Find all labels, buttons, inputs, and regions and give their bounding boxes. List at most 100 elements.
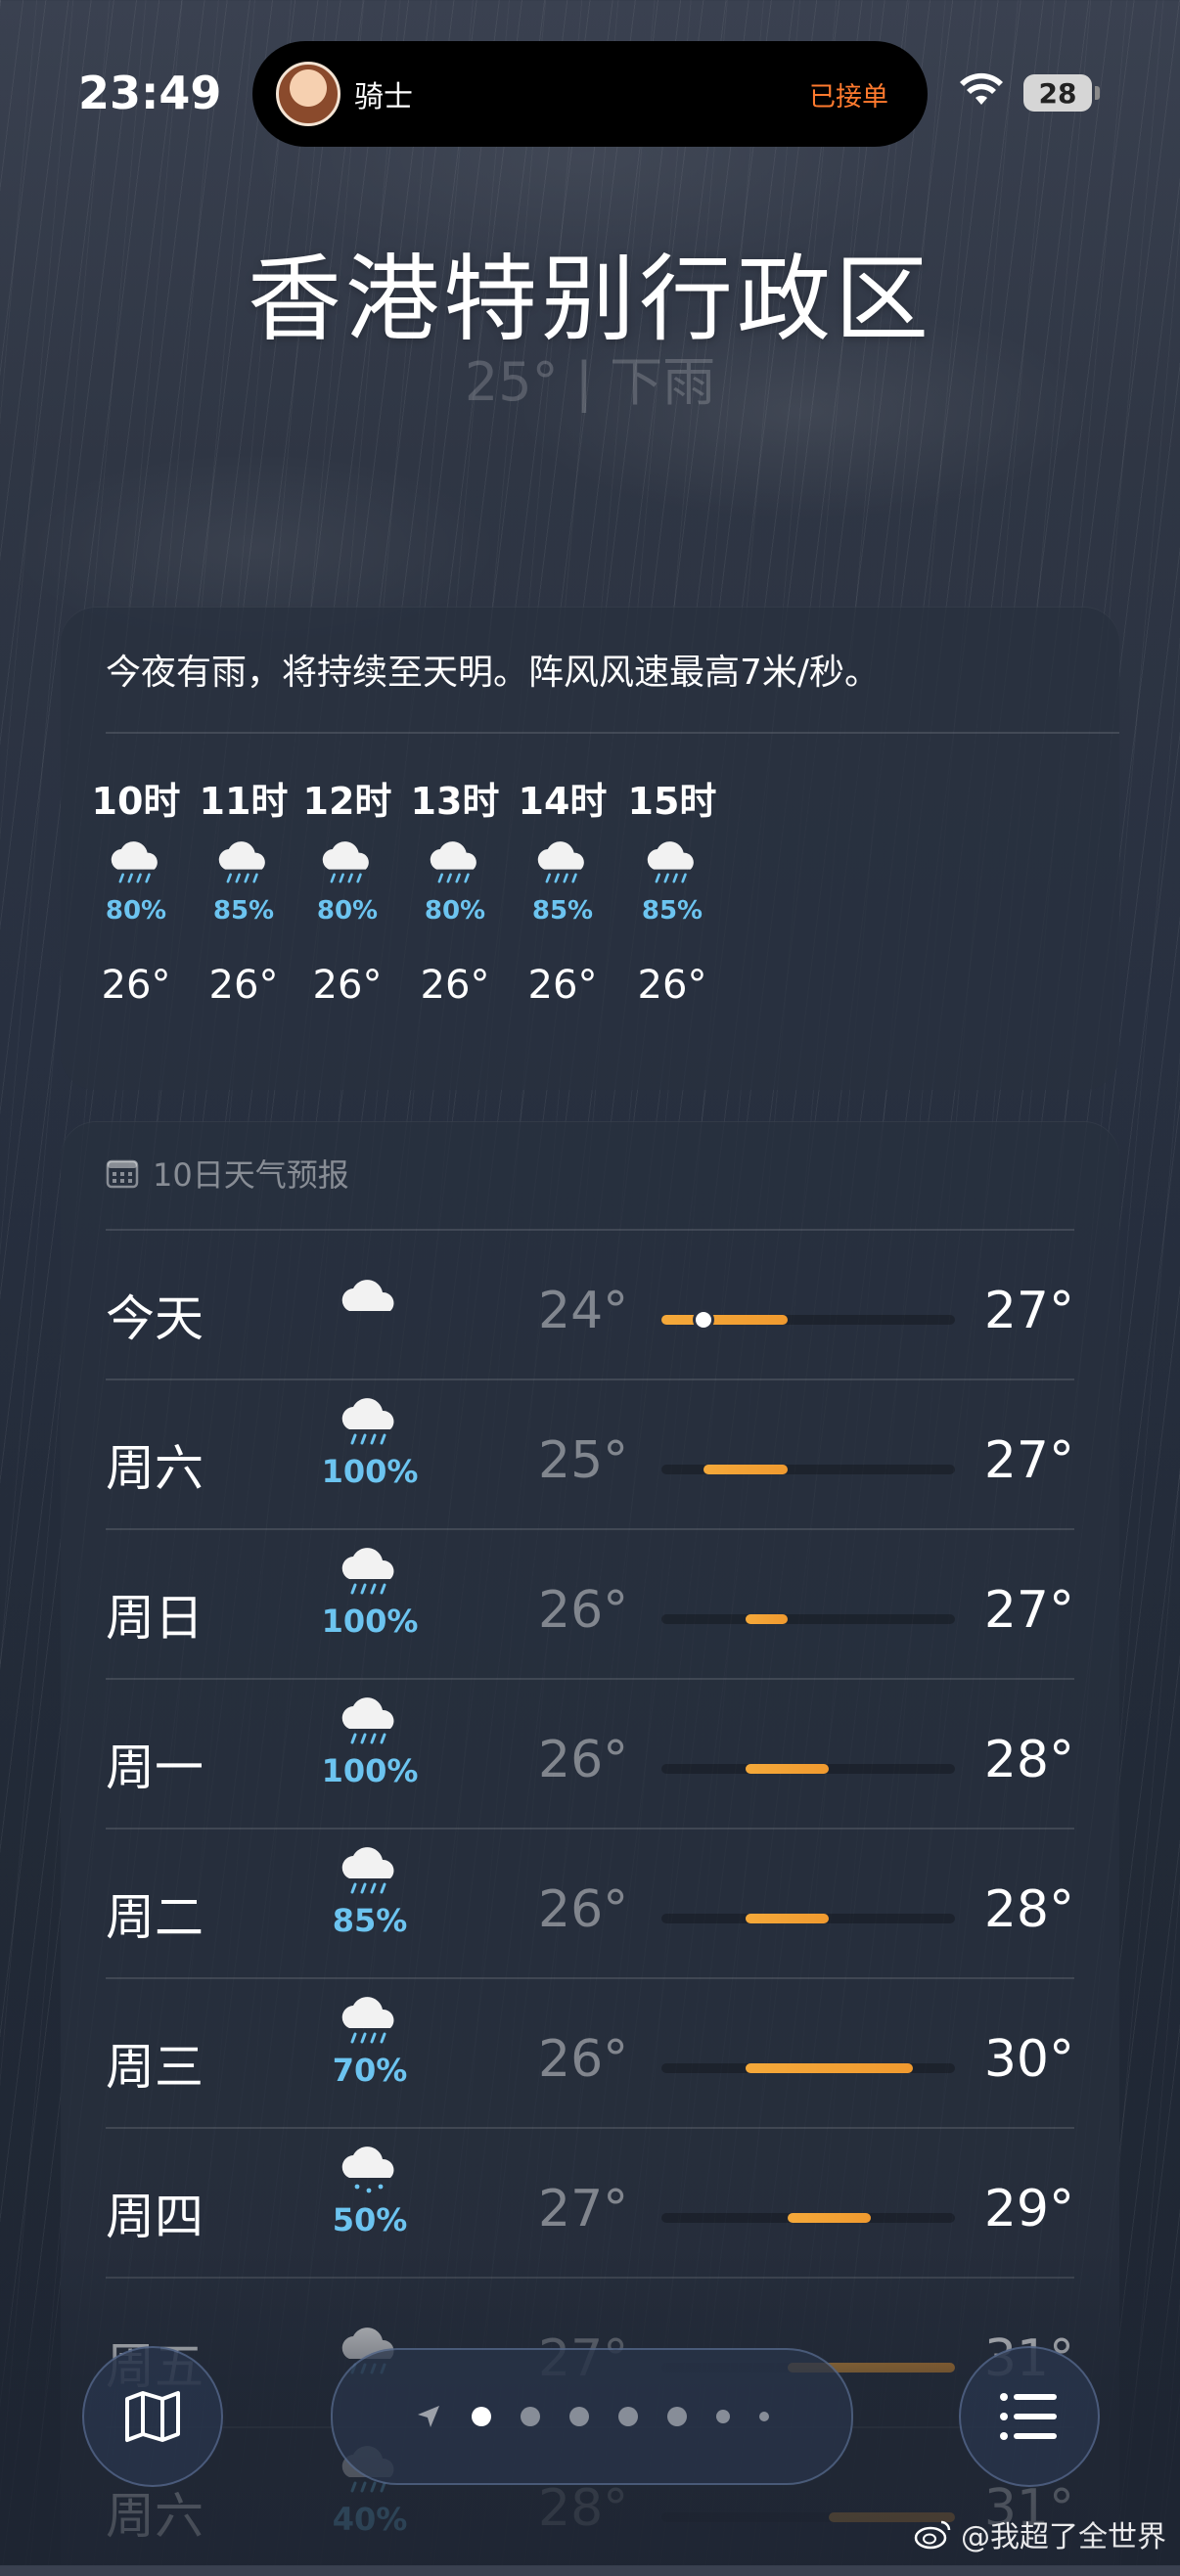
page-dot[interactable] [472,2407,491,2426]
day-label: 周六 [106,1440,204,1497]
temp-range-bar [661,1312,955,1328]
rain-cloud-icon [218,841,265,883]
daily-header: 10日天气预报 [106,1151,349,1196]
rain-cloud-icon [341,1847,394,1894]
temp-range-fill [745,1914,830,1923]
precip-chance: 40% [332,2501,408,2538]
page-dot[interactable] [759,2412,769,2421]
rain-cloud-icon [341,1548,394,1595]
precip-chance: 100% [321,1752,419,1789]
temp-range-fill [745,2063,914,2073]
hourly-forecast-card[interactable]: 今夜有雨，将持续至天明。阵风风速最高7米/秒。 10时 80% 26° 11时 85% 2… [61,607,1119,1090]
low-temp: 26° [538,1731,629,1789]
daily-row[interactable]: 周二 85% 26° 28° [106,1828,1074,1977]
precip-chance: 50% [332,2201,408,2238]
city-list-button[interactable] [959,2346,1100,2487]
page-dot[interactable] [521,2407,540,2426]
day-label: 周六 [106,2488,204,2545]
precip-chance: 100% [321,1453,419,1490]
day-condition: 100% [311,1697,429,1789]
status-time: 23:49 [78,67,222,119]
low-temp: 24° [538,1282,629,1340]
page-dot[interactable] [667,2407,687,2426]
hour-time: 15时 [627,780,717,823]
temp-range-bar [661,1764,955,1774]
day-condition: 100% [311,1548,429,1640]
rain-cloud-icon [341,1997,394,2044]
map-button[interactable] [82,2346,223,2487]
forecast-summary: 今夜有雨，将持续至天明。阵风风速最高7米/秒。 [106,653,881,693]
map-icon [125,2391,180,2442]
low-temp: 26° [538,1880,629,1939]
rain-cloud-icon [647,841,694,883]
temp-range-bar [661,2213,955,2223]
page-dot[interactable] [716,2410,730,2423]
high-temp: 29° [983,2180,1074,2238]
day-label: 周三 [106,2039,204,2096]
low-temp: 26° [538,2030,629,2089]
rain-cloud-icon [111,841,158,883]
day-condition: 70% [311,1997,429,2089]
daily-row[interactable]: 周一 100% 26° 28° [106,1678,1074,1828]
precip-chance: 85% [641,896,703,926]
temp-range-fill [787,2213,872,2223]
precip-chance: 85% [332,1902,408,1939]
low-temp: 25° [538,1431,629,1490]
low-temp: 28° [538,2479,629,2538]
rain-cloud-icon [341,1398,394,1445]
daily-row[interactable]: 周三 70% 26° 30° [106,1977,1074,2127]
high-temp: 28° [983,1880,1074,1939]
day-label: 周日 [106,1590,204,1647]
temp-range-bar [661,1914,955,1923]
temp-range-fill [703,1465,788,1474]
high-temp: 28° [983,1731,1074,1789]
precip-chance: 100% [321,1603,419,1640]
rain-cloud-icon [430,841,477,883]
high-temp: 30° [983,2030,1074,2089]
temp-range-bar [661,1465,955,1474]
list-icon [1000,2393,1057,2440]
hourly-list[interactable]: 10时 80% 26° 11时 85% 26° 12时 80% 26° 13时 80% 26° 14时 8… [61,771,1119,1074]
dynamic-island[interactable]: 骑士 已接单 [252,41,928,147]
avatar [276,62,340,126]
daily-row[interactable]: 周四 50% 27° 29° [106,2127,1074,2277]
battery-tip [1095,86,1100,100]
location-arrow-icon [418,2406,439,2427]
current-condition: 25° | 下雨 [464,351,716,413]
drizzle-cloud-icon [341,2147,394,2193]
daily-row[interactable]: 周日 100% 26° 27° [106,1528,1074,1678]
temp-range-fill [745,1764,830,1774]
daily-title: 10日天气预报 [153,1156,349,1194]
temp-range-bar [661,1614,955,1624]
day-label: 今天 [106,1290,204,1347]
rain-cloud-icon [322,841,369,883]
battery-indicator: 28 [1023,74,1092,112]
high-temp: 27° [983,1282,1074,1340]
day-label: 周四 [106,2189,204,2245]
day-condition [311,1248,429,1334]
divider [106,732,1119,734]
day-label: 周一 [106,1740,204,1796]
daily-row[interactable]: 周六 100% 25° 27° [106,1378,1074,1528]
watermark-text: @我超了全世界 [961,2520,1166,2554]
temp-range-fill [661,1315,788,1325]
daily-row[interactable]: 今天 24° 27° [106,1229,1074,1378]
page-dot[interactable] [569,2407,589,2426]
day-label: 周二 [106,1889,204,1946]
hour-temp: 26° [637,963,707,1008]
high-temp: 27° [983,1431,1074,1490]
low-temp: 27° [538,2180,629,2238]
page-indicator[interactable] [331,2348,853,2485]
temp-range-bar [661,2063,955,2073]
rain-cloud-icon [341,1697,394,1744]
watermark: @我超了全世界 [914,2512,1166,2555]
precip-chance: 70% [332,2052,408,2089]
temp-range-fill [745,1614,788,1624]
calendar-icon [106,1159,139,1189]
current-temp-dot [695,1312,711,1328]
cloud-icon [341,1280,394,1311]
page-dot[interactable] [618,2407,638,2426]
activity-status: 已接单 [809,81,888,113]
activity-name: 骑士 [354,80,413,114]
rain-cloud-icon [537,841,584,883]
